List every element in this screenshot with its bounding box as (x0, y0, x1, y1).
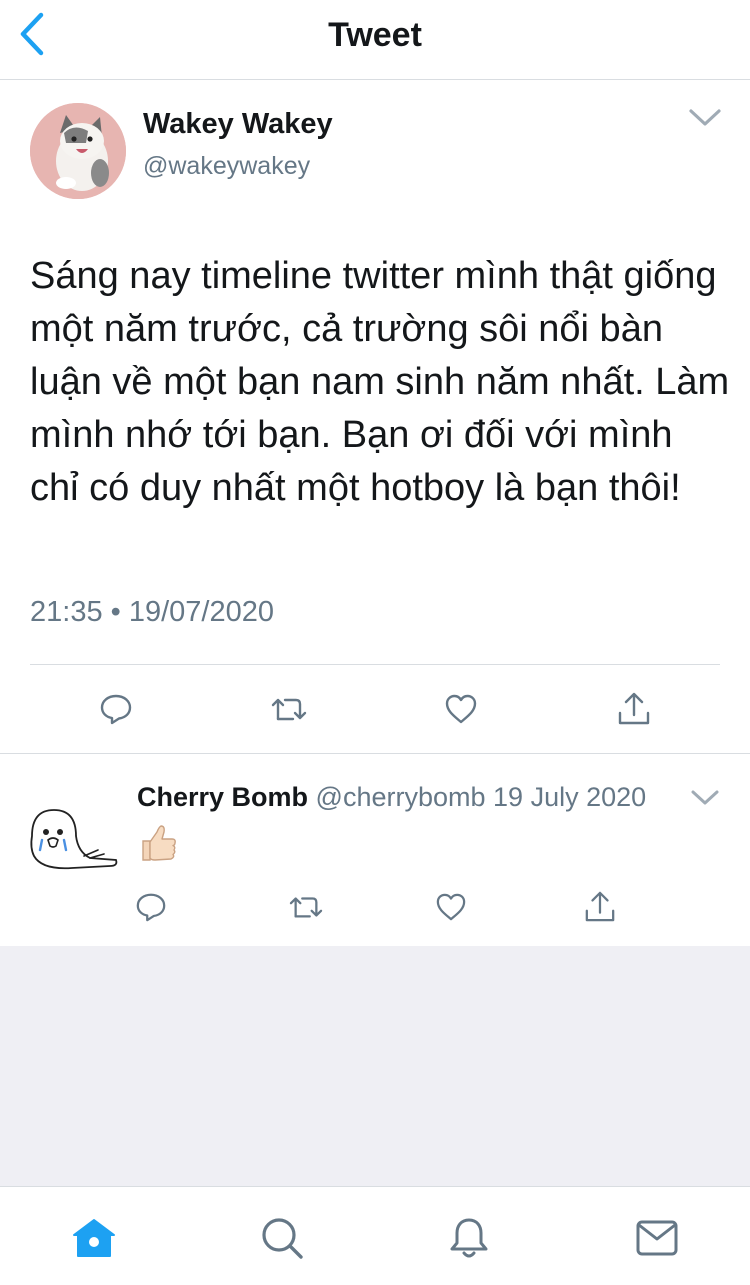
share-icon (585, 891, 615, 922)
divider (30, 664, 720, 665)
retweet-icon (271, 698, 307, 721)
reply-content (137, 822, 179, 873)
reply-header: Cherry Bomb @cherrybomb 19 July 2020 (137, 782, 646, 813)
share-button[interactable] (611, 686, 657, 732)
avatar[interactable] (30, 103, 126, 199)
tab-messages[interactable] (632, 1213, 682, 1263)
reply-icon (100, 694, 132, 725)
reply-like-button[interactable] (428, 884, 474, 930)
messages-icon (636, 1220, 678, 1256)
reply-date: 19 July 2020 (493, 782, 647, 812)
share-icon (618, 692, 650, 725)
tab-search[interactable] (257, 1213, 307, 1263)
like-icon (436, 893, 466, 921)
reply-more-options-button[interactable] (690, 788, 720, 808)
reply-retweet-button[interactable] (283, 884, 329, 930)
reply-author-handle[interactable]: @cherrybomb (316, 782, 486, 812)
retweet-button[interactable] (266, 686, 312, 732)
author-name[interactable]: Wakey Wakey (143, 108, 333, 141)
reply-icon (136, 893, 166, 922)
page-title: Tweet (328, 16, 422, 54)
like-icon (445, 694, 477, 724)
reply-share-button[interactable] (577, 884, 623, 930)
empty-content-area (0, 946, 750, 1186)
reply-tweet[interactable]: Cherry Bomb @cherrybomb 19 July 2020 (0, 754, 750, 946)
reply-author-name[interactable]: Cherry Bomb (137, 782, 308, 812)
bottom-tab-bar (0, 1186, 750, 1285)
home-icon (73, 1219, 115, 1257)
search-icon (262, 1218, 303, 1259)
thumbs-up-icon (142, 825, 176, 861)
more-options-button[interactable] (688, 106, 722, 130)
like-button[interactable] (438, 686, 484, 732)
avatar[interactable] (24, 796, 120, 882)
navigation-header: Tweet (0, 0, 750, 80)
notifications-icon (450, 1218, 488, 1258)
reply-button[interactable] (93, 686, 139, 732)
chevron-down-icon (689, 109, 721, 126)
reply-reply-button[interactable] (128, 884, 174, 930)
seal-avatar-image (24, 796, 120, 882)
tab-home[interactable] (69, 1213, 119, 1263)
tab-notifications[interactable] (444, 1213, 494, 1263)
cat-avatar-image (30, 103, 126, 199)
tweet-text: Sáng nay timeline twitter mình thật giốn… (30, 255, 730, 509)
retweet-icon (289, 897, 323, 918)
main-tweet: Wakey Wakey @wakeywakey Sáng nay timelin… (0, 80, 750, 754)
chevron-down-icon (691, 790, 719, 805)
tweet-timestamp: 21:35 • 19/07/2020 (30, 596, 274, 628)
author-handle[interactable]: @wakeywakey (143, 152, 310, 181)
